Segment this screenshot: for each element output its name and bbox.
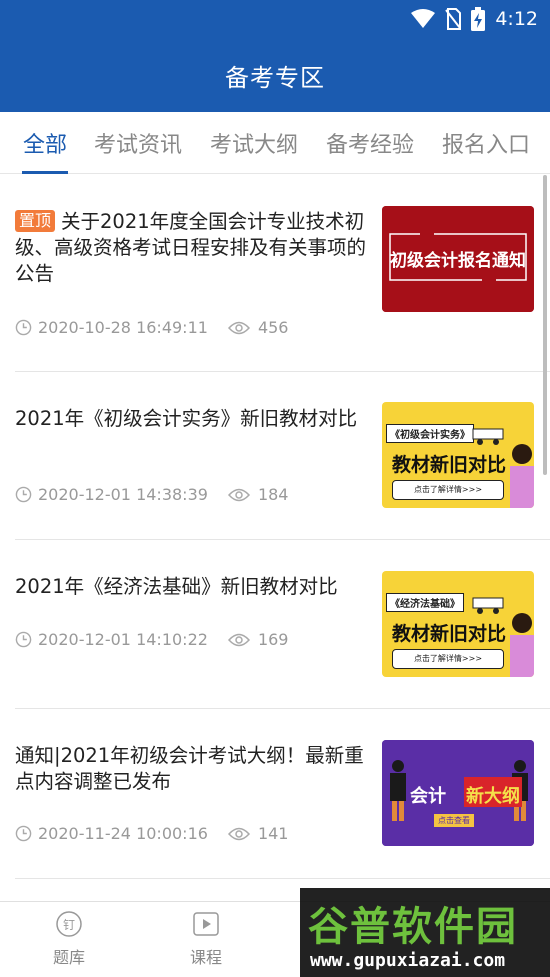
app-bar: 备考专区 [0,38,550,112]
tab-registration[interactable]: 报名入口 [436,112,536,174]
article-title: 2021年《初级会计实务》新旧教材对比 [15,407,358,430]
article-date: 2020-11-24 10:00:16 [38,824,208,843]
article-title: 2021年《经济法基础》新旧教材对比 [15,575,338,598]
article-thumbnail: 《初级会计实务》 教材新旧对比 点击了解详情>>> [382,402,534,508]
clock-icon [15,319,32,336]
thumbnail-headline: 教材新旧对比 [392,454,507,476]
watermark-name: 谷普软件园 [308,904,518,950]
battery-charging-icon [471,7,486,31]
list-item[interactable]: 2021年《初级会计实务》新旧教材对比 2020-12-01 14:38:39 … [0,372,550,540]
thumbnail-tag: 《经济法基础》 [386,593,464,612]
category-tabs: 全部 考试资讯 考试大纲 备考经验 报名入口 [0,112,550,174]
article-title: 通知|2021年初级会计考试大纲！最新重点内容调整已发布 [15,744,364,793]
article-date: 2020-12-01 14:10:22 [38,630,208,649]
eye-icon [227,321,250,334]
article-date: 2020-10-28 16:49:11 [38,318,208,337]
view-count: 456 [257,318,289,337]
thumbnail-cta: 点击查看 [434,814,474,827]
status-bar: 4:12 [0,0,550,38]
page-title: 备考专区 [225,63,325,92]
svg-text:钉: 钉 [63,918,75,932]
watermark: 谷普软件园 www.gupuxiazai.com [300,888,550,977]
list-item[interactable]: 通知|2021年初级会计考试大纲！最新重点内容调整已发布 2020-11-24 … [0,709,550,879]
pinned-badge: 置顶 [15,210,56,232]
eye-icon [227,633,250,646]
eye-icon [227,827,250,840]
view-count: 141 [257,824,289,843]
article-date: 2020-12-01 14:38:39 [38,485,208,504]
article-meta: 2020-12-01 14:38:39 184 [15,485,288,504]
list-item[interactable]: 2021年《经济法基础》新旧教材对比 2020-12-01 14:10:22 1… [0,540,550,709]
thumbnail-headline: 教材新旧对比 [392,623,507,645]
nav-question-bank[interactable]: 钉 题库 [14,902,124,977]
article-meta: 2020-10-28 16:49:11 456 [15,318,288,337]
wifi-icon [411,9,436,28]
tab-exam-news[interactable]: 考试资讯 [88,112,188,174]
thumbnail-tag: 《初级会计实务》 [386,424,474,443]
thumbnail-text: 会计 [410,786,446,807]
scrollbar[interactable] [543,175,547,475]
article-title: 置顶 关于2021年度全国会计专业技术初级、高级资格考试日程安排及有关事项的公告 [15,210,367,285]
view-count: 169 [257,630,289,649]
thumbnail-cta: 点击了解详情>>> [392,480,504,500]
tab-prep-experience[interactable]: 备考经验 [320,112,420,174]
thumbnail-text-highlight: 新大纲 [466,786,520,807]
nav-courses[interactable]: 课程 [151,902,261,977]
article-list: 置顶 关于2021年度全国会计专业技术初级、高级资格考试日程安排及有关事项的公告 … [0,175,550,901]
tab-all[interactable]: 全部 [2,112,88,174]
eye-icon [227,488,250,501]
tab-exam-syllabus[interactable]: 考试大纲 [204,112,304,174]
article-thumbnail: 《经济法基础》 教材新旧对比 点击了解详情>>> [382,571,534,677]
watermark-url: www.gupuxiazai.com [310,950,506,971]
no-sim-icon [445,8,462,30]
article-meta: 2020-12-01 14:10:22 169 [15,630,288,649]
nail-icon: 钉 [56,911,82,937]
status-time: 4:12 [495,8,538,30]
thumbnail-text: 初级会计报名通知 [390,251,526,271]
view-count: 184 [257,485,289,504]
article-meta: 2020-11-24 10:00:16 141 [15,824,288,843]
article-thumbnail: 会计 新大纲 点击查看 [382,740,534,846]
article-thumbnail: 初级会计报名通知 [382,206,534,312]
clock-icon [15,486,32,503]
play-icon [193,912,219,936]
thumbnail-cta: 点击了解详情>>> [392,649,504,669]
clock-icon [15,631,32,648]
list-item[interactable]: 置顶 关于2021年度全国会计专业技术初级、高级资格考试日程安排及有关事项的公告 … [0,175,550,372]
clock-icon [15,825,32,842]
